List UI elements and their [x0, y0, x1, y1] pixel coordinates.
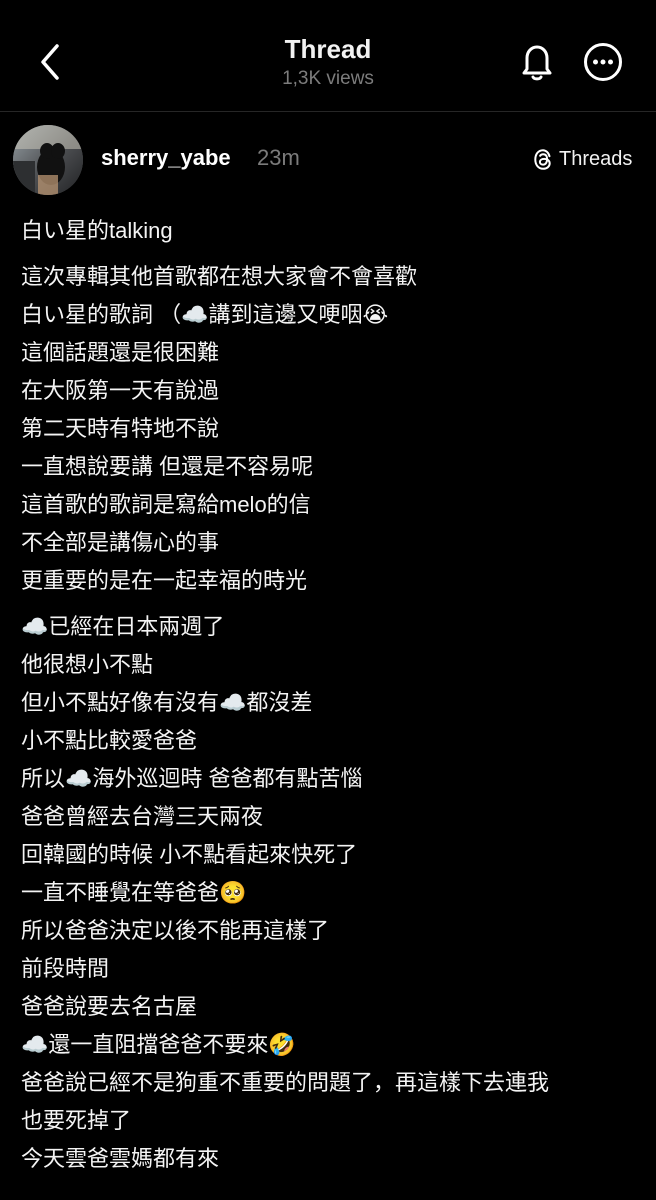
post-line: 爸爸曾經去台灣三天兩夜 — [21, 804, 264, 829]
post-line: 爸爸說要去名古屋 — [21, 994, 198, 1019]
post-line: 在大阪第一天有說過 — [21, 378, 220, 403]
post-line: 白い星的talking — [21, 218, 173, 243]
post-line: 爸爸說已經不是狗重不重要的問題了，再這樣下去連我 — [21, 1070, 550, 1095]
post-line: 回韓國的時候 小不點看起來快死了 — [21, 842, 358, 867]
post-line: 所以☁️海外巡迴時 爸爸都有點苦惱 — [21, 766, 363, 791]
post-paragraph: 這次專輯其他首歌都在想大家會不會喜歡 白い星的歌詞 （☁️講到這邊又哽咽😭 這個… — [21, 258, 641, 600]
threads-link[interactable]: Threads — [533, 146, 632, 172]
post-line: ☁️已經在日本兩週了 — [21, 614, 225, 639]
post-line: 白い星的歌詞 （☁️講到這邊又哽咽😭 — [21, 302, 389, 327]
threads-label: Threads — [559, 148, 633, 170]
post-paragraph: 白い星的talking — [21, 212, 641, 250]
post-line: 一直想說要講 但還是不容易呢 — [21, 454, 314, 479]
username[interactable]: sherry_yabe — [101, 144, 231, 172]
post-line: 他很想小不點 — [21, 652, 154, 677]
post-line: 小不點比較愛爸爸 — [21, 728, 198, 753]
thread-header: Thread 1,3K views — [0, 0, 656, 112]
notifications-button[interactable] — [516, 40, 558, 84]
post-line: 更重要的是在一起幸福的時光 — [21, 568, 308, 593]
post-line: ☁️還一直阻擋爸爸不要來🤣 — [21, 1032, 296, 1057]
bell-icon — [522, 45, 552, 81]
post-text: 白い星的talking 這次專輯其他首歌都在想大家會不會喜歡 白い星的歌詞 （☁… — [21, 212, 641, 1178]
avatar[interactable] — [13, 125, 83, 195]
more-icon — [584, 43, 622, 81]
post-line: 這次專輯其他首歌都在想大家會不會喜歡 — [21, 264, 418, 289]
post-line: 這首歌的歌詞是寫給melo的信 — [21, 492, 311, 517]
post-line: 所以爸爸決定以後不能再這樣了 — [21, 918, 330, 943]
more-options-button[interactable] — [583, 42, 623, 82]
post-line: 前段時間 — [21, 956, 110, 981]
post-line: 一直不睡覺在等爸爸🥺 — [21, 880, 247, 905]
post-time: 23m — [257, 145, 300, 170]
post-paragraph: ☁️已經在日本兩週了 他很想小不點 但小不點好像有沒有☁️都沒差 小不點比較愛爸… — [21, 608, 641, 1178]
post-line: 也要死掉了 — [21, 1108, 132, 1133]
post-line: 這個話題還是很困難 — [21, 340, 220, 365]
profile-photo-icon — [13, 125, 83, 195]
post-line: 不全部是講傷心的事 — [21, 530, 220, 555]
post-line: 第二天時有特地不說 — [21, 416, 220, 441]
post-line: 今天雲爸雲媽都有來 — [21, 1146, 220, 1171]
post-line: 但小不點好像有沒有☁️都沒差 — [21, 690, 313, 715]
threads-logo-icon — [534, 148, 551, 170]
